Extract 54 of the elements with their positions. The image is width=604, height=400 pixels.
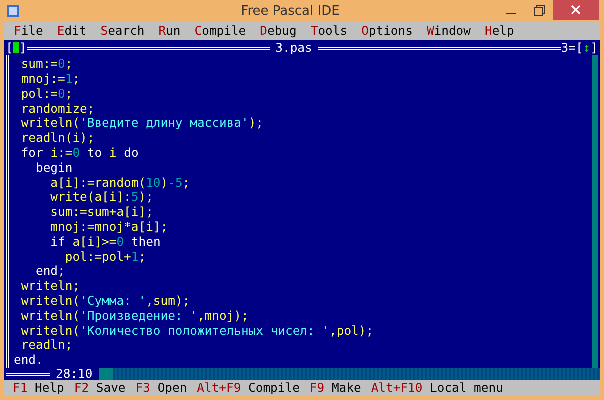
code-line: writeln('Введите длину массива');	[20, 116, 264, 132]
code-line: readln(i);	[20, 131, 96, 146]
minimize-icon	[506, 13, 516, 15]
code-line: sum:=sum+a[i];	[50, 205, 154, 220]
shortcut-item[interactable]: F1 Help	[8, 381, 70, 395]
shortcut-item[interactable]: Alt+F9 Compile	[192, 381, 305, 395]
shortcut-item[interactable]: F9 Make	[304, 381, 366, 395]
code-line: readln;	[20, 338, 74, 354]
window-title: Free Pascal IDE	[240, 4, 340, 18]
code-line: pol:=0;	[20, 86, 74, 102]
maximize-icon	[534, 4, 545, 16]
code-line: writeln('Произведение: ',mnoj);	[20, 308, 250, 324]
cursor-position: 28:10	[55, 367, 94, 381]
menu-item[interactable]: Window	[420, 24, 478, 38]
code-line: if a[i]>=0 then	[50, 234, 162, 250]
vertical-scrollbar[interactable]	[592, 55, 598, 368]
menu-item[interactable]: Search	[94, 24, 152, 38]
horizontal-scrollbar[interactable]	[98, 368, 600, 380]
menu-item[interactable]: Help	[478, 24, 522, 38]
close-button[interactable]	[553, 0, 600, 20]
code-line: pol:=pol+1;	[64, 250, 148, 264]
shortcut-item[interactable]: F2 Save	[69, 381, 131, 395]
code-line: for i:=0 to i do	[20, 146, 140, 161]
code-line: mnoj:=mnoj*a[i];	[50, 220, 170, 235]
menu-item[interactable]: Options	[354, 24, 420, 38]
code-line: randomize;	[20, 102, 96, 116]
bracket: [	[6, 40, 14, 55]
file-name: 3.pas	[274, 40, 314, 55]
menu-item[interactable]: Run	[152, 24, 188, 38]
code-line: end.	[14, 353, 44, 368]
menu-item[interactable]: Edit	[50, 24, 94, 38]
bracket: ]	[19, 40, 27, 55]
bracket: ]	[590, 40, 598, 55]
code-line: writeln('Сумма: ',sum);	[20, 294, 192, 309]
menu-item[interactable]: File	[7, 24, 50, 38]
menu-item[interactable]: Debug	[253, 24, 304, 38]
app-icon	[6, 4, 20, 18]
code-line: writeln('Количество положительных чисел: ',pol);	[20, 324, 375, 338]
shortcut-item[interactable]: F3 Open	[130, 381, 192, 395]
close-box-icon[interactable]	[13, 42, 20, 54]
code-line: mnoj:=1;	[20, 72, 82, 87]
zoom-box[interactable]: ↕	[583, 40, 591, 55]
code-line: end;	[35, 264, 66, 280]
window-number: 3=	[561, 40, 576, 55]
bracket: [	[576, 40, 584, 55]
menu-item[interactable]: Tools	[304, 24, 355, 38]
code-line: writeln;	[20, 279, 82, 294]
code-line: a[i]:=random(10)-5;	[50, 176, 192, 190]
shortcut-item[interactable]: Alt+F10 Local menu	[366, 381, 508, 395]
menu-item[interactable]: Compile	[188, 24, 254, 38]
code-line: begin	[35, 160, 74, 176]
code-line: write(a[i]:5);	[50, 190, 154, 206]
close-icon	[571, 5, 582, 15]
code-line: sum:=0;	[20, 57, 74, 72]
